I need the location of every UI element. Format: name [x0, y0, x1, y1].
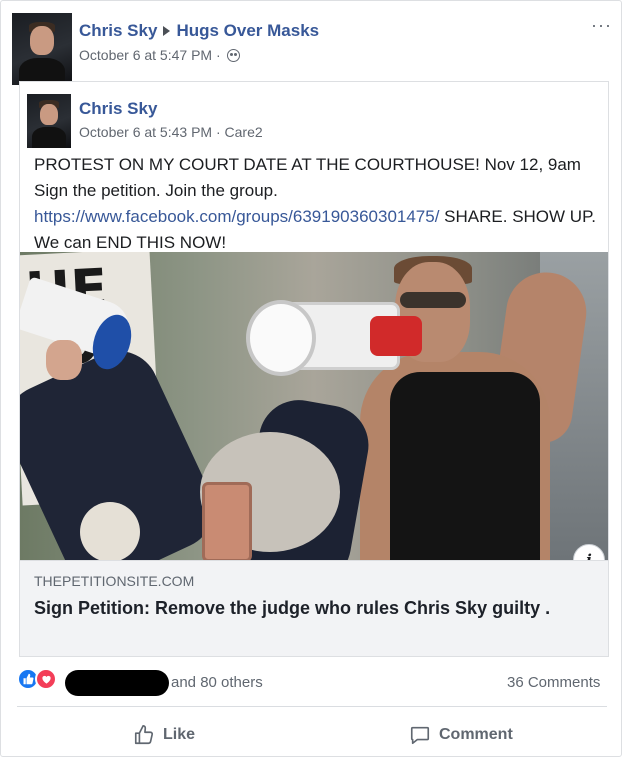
post-timestamp[interactable]: October 6 at 5:47 PM: [79, 47, 212, 63]
arrow-right-icon: [163, 26, 171, 37]
post-meta: October 6 at 5:47 PM ·: [79, 47, 240, 63]
meta-separator: ·: [215, 124, 221, 140]
comment-label: Comment: [439, 726, 513, 743]
shared-post-text: PROTEST ON MY COURT DATE AT THE COURTHOU…: [34, 155, 596, 252]
link-domain: THEPETITIONSITE.COM: [34, 573, 195, 589]
shared-author-name[interactable]: Chris Sky: [79, 99, 157, 119]
shared-timestamp[interactable]: October 6 at 5:43 PM: [79, 124, 212, 140]
thumbs-up-icon: [134, 725, 154, 745]
protest-photo[interactable]: HE D. S P i: [20, 252, 608, 560]
comment-button[interactable]: Comment: [409, 719, 513, 751]
meta-separator: ·: [215, 47, 221, 63]
facebook-post: Chris Sky Hugs Over Masks October 6 at 5:…: [0, 0, 622, 757]
like-button[interactable]: Like: [133, 719, 195, 751]
shared-author-avatar[interactable]: [27, 94, 71, 148]
author-avatar[interactable]: [12, 13, 72, 85]
more-options-icon[interactable]: ···: [591, 15, 612, 36]
mask: [80, 502, 140, 560]
comment-bubble-icon: [410, 726, 430, 745]
group-audience-icon[interactable]: [226, 49, 240, 62]
phone: [202, 482, 252, 560]
author-name-link[interactable]: Chris Sky: [79, 21, 157, 40]
shared-source[interactable]: Care2: [225, 124, 263, 140]
sunglasses: [400, 292, 466, 308]
shared-post-meta: October 6 at 5:43 PM · Care2: [79, 124, 263, 140]
redacted-names: [65, 670, 169, 696]
post-header-title: Chris Sky Hugs Over Masks: [79, 21, 319, 41]
reaction-others[interactable]: and 80 others: [171, 674, 263, 691]
group-name-link[interactable]: Hugs Over Masks: [176, 21, 319, 40]
reaction-summary[interactable]: [17, 668, 61, 692]
link-title: Sign Petition: Remove the judge who rule…: [34, 598, 551, 618]
comments-count[interactable]: 36 Comments: [507, 674, 600, 691]
like-label: Like: [163, 726, 196, 743]
divider: [17, 706, 607, 707]
love-reaction-icon: [35, 668, 57, 690]
shared-post: Chris Sky October 6 at 5:43 PM · Care2 P…: [19, 81, 609, 657]
link-preview[interactable]: THEPETITIONSITE.COM Sign Petition: Remov…: [20, 560, 608, 656]
group-link[interactable]: https://www.facebook.com/groups/63919036…: [34, 207, 439, 226]
